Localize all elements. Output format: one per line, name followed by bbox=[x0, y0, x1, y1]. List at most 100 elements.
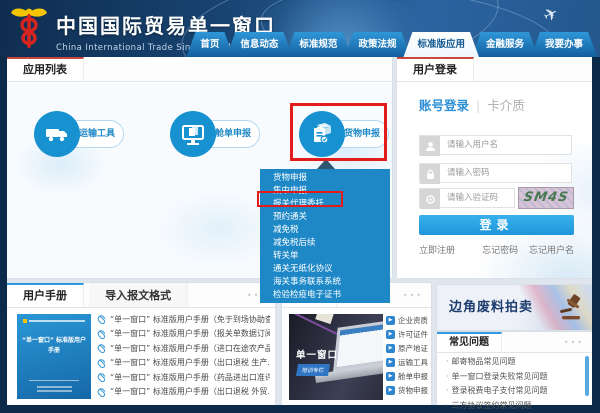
manual-links: “单一窗口” 标准版用户手册（免于到场协助查... “单一窗口” 标准版用户手册… bbox=[97, 312, 270, 399]
scrap-auction-banner[interactable]: 边角废料拍卖 bbox=[437, 285, 592, 330]
manual-link[interactable]: “单一窗口” 标准版用户手册（进口在途农产品... bbox=[97, 341, 270, 356]
caduceus-logo-icon bbox=[8, 6, 50, 52]
more-button[interactable]: ••• bbox=[403, 283, 423, 308]
faq-link[interactable]: ·登录税费电子支付常见问题 bbox=[446, 385, 580, 400]
nav-tab-policies[interactable]: 政策法规 bbox=[344, 32, 410, 57]
dropdown-item-tax-followup[interactable]: 减免税后续 bbox=[260, 237, 390, 250]
dropdown-item-appointment[interactable]: 预约通关 bbox=[260, 211, 390, 224]
training-link[interactable]: ▶运输工具 bbox=[386, 355, 429, 369]
nav-tab-standards[interactable]: 标准规范 bbox=[285, 32, 351, 57]
dropdown-item-paperless[interactable]: 通关无纸化协议 bbox=[260, 263, 390, 276]
register-link[interactable]: 立即注册 bbox=[419, 243, 455, 256]
training-links: ▶企业资质 ▶许可证件 ▶原产地证 ▶运输工具 ▶舱单申报 ▶货物申报 bbox=[386, 313, 429, 397]
app-transport-label: 运输工具 bbox=[79, 121, 115, 147]
training-image[interactable]: 单一窗口 培训专栏 bbox=[289, 314, 383, 400]
username-row bbox=[419, 135, 572, 155]
training-link[interactable]: ▶舱单申报 bbox=[386, 369, 429, 383]
training-image-badge: 培训专栏 bbox=[296, 364, 330, 376]
user-icon bbox=[420, 136, 440, 156]
cargo-dropdown-menu: 货物申报 集中申报 报关代理委托 预约通关 减免税 减免税后续 转关单 通关无纸… bbox=[260, 169, 390, 303]
more-button[interactable]: ••• bbox=[564, 332, 584, 353]
nav-tab-finance[interactable]: 金融服务 bbox=[472, 32, 538, 57]
manual-panel: 用户手册 导入报文格式 ••• “单一窗口” 标准版用户手册 “单一窗口” 标准… bbox=[7, 283, 275, 405]
cover-decor bbox=[23, 319, 85, 323]
dropdown-item-customs-contact[interactable]: 海关事务联系系统 bbox=[260, 276, 390, 289]
gavel-icon bbox=[556, 292, 586, 326]
nav-tab-news[interactable]: 信息动态 bbox=[226, 32, 292, 57]
page: ✈ 中国国际贸易单一窗口 China International Trade S… bbox=[0, 0, 600, 413]
password-input[interactable] bbox=[440, 164, 571, 182]
play-icon: ▶ bbox=[386, 330, 395, 339]
training-link[interactable]: ▶许可证件 bbox=[386, 327, 429, 341]
login-links: 立即注册 忘记密码 忘记用户名 bbox=[419, 243, 574, 256]
manual-link[interactable]: “单一窗口” 标准版用户手册（免于到场协助查... bbox=[97, 312, 270, 327]
bullet: · bbox=[446, 401, 449, 410]
faq-list: ·邮寄物品常见问题 ·单一窗口登录失败常见问题 ·登录税费电子支付常见问题 ·三… bbox=[446, 356, 580, 413]
app-list-body: 运输工具 舱单申报 bbox=[7, 83, 392, 278]
captcha-input[interactable] bbox=[440, 189, 514, 207]
captcha-image[interactable]: SM4S bbox=[518, 187, 574, 209]
forgot-password-link[interactable]: 忘记密码 bbox=[482, 246, 518, 256]
tab-app-list[interactable]: 应用列表 bbox=[7, 57, 84, 81]
faq-scrollbar[interactable] bbox=[585, 356, 589, 396]
dropdown-item-tax-reduction[interactable]: 减免税 bbox=[260, 224, 390, 237]
login-panel: 用户登录 账号登录 | 卡介质 bbox=[397, 57, 592, 278]
play-icon: ▶ bbox=[386, 344, 395, 353]
airplane-icon: ✈ bbox=[540, 3, 562, 27]
play-icon: ▶ bbox=[386, 358, 395, 367]
nav-tab-services[interactable]: 我要办事 bbox=[531, 32, 597, 57]
bullet: · bbox=[446, 386, 449, 395]
content-area: 应用列表 运输工具 bbox=[7, 57, 592, 405]
manual-link[interactable]: “单一窗口” 标准版用户手册（药品进出口准许... bbox=[97, 370, 270, 385]
captcha-row bbox=[419, 188, 515, 208]
site-header: ✈ 中国国际贸易单一窗口 China International Trade S… bbox=[0, 0, 600, 57]
bullet: · bbox=[446, 357, 449, 366]
tab-user-login[interactable]: 用户登录 bbox=[397, 57, 474, 81]
login-button[interactable]: 登录 bbox=[419, 215, 574, 235]
training-image-title: 单一窗口 bbox=[296, 347, 338, 361]
manual-link[interactable]: “单一窗口” 标准版用户手册（出口退税 生产... bbox=[97, 356, 270, 371]
username-input[interactable] bbox=[440, 136, 571, 154]
faq-link[interactable]: ·单一窗口登录失败常见问题 bbox=[446, 371, 580, 386]
training-link[interactable]: ▶货物申报 bbox=[386, 383, 429, 397]
dropdown-item-transit[interactable]: 转关单 bbox=[260, 250, 390, 263]
truck-icon[interactable] bbox=[34, 111, 80, 157]
dropdown-item-cargo-declare[interactable]: 货物申报 bbox=[260, 172, 390, 185]
dropdown-item-quarantine-cert[interactable]: 检验检疫电子证书 bbox=[260, 289, 390, 302]
nav-tab-home[interactable]: 首页 bbox=[186, 32, 233, 57]
cover-title: “单一窗口” 标准版用户手册 bbox=[22, 336, 86, 355]
training-link[interactable]: ▶企业资质 bbox=[386, 313, 429, 327]
faq-link[interactable]: ·邮寄物品常见问题 bbox=[446, 356, 580, 371]
app-manifest-label: 舱单申报 bbox=[215, 121, 251, 147]
play-icon: ▶ bbox=[386, 386, 395, 395]
play-icon: ▶ bbox=[386, 372, 395, 381]
tab-user-manual[interactable]: 用户手册 bbox=[7, 283, 84, 307]
manual-book-cover[interactable]: “单一窗口” 标准版用户手册 bbox=[17, 314, 91, 399]
training-link[interactable]: ▶原产地证 bbox=[386, 341, 429, 355]
dropdown-item-centralized[interactable]: 集中申报 bbox=[260, 185, 390, 198]
captcha-icon bbox=[420, 189, 440, 209]
faq-header: 常见问题 ••• bbox=[437, 332, 592, 353]
login-header: 用户登录 bbox=[397, 57, 592, 82]
manual-link[interactable]: “单一窗口” 标准版用户手册（出口退税 外贸... bbox=[97, 385, 270, 400]
tab-card-login[interactable]: 卡介质 bbox=[487, 98, 525, 113]
tab-separator: | bbox=[476, 98, 480, 113]
tab-account-login[interactable]: 账号登录 bbox=[419, 98, 469, 113]
cover-decor bbox=[29, 380, 79, 392]
tab-import-format[interactable]: 导入报文格式 bbox=[89, 283, 188, 307]
play-icon: ▶ bbox=[386, 316, 395, 325]
forgot-username-link[interactable]: 忘记用户名 bbox=[529, 246, 574, 256]
dropdown-item-broker-delegate[interactable]: 报关代理委托 bbox=[260, 198, 390, 211]
nav-tab-standard-apps[interactable]: 标准版应用 bbox=[403, 32, 479, 57]
manual-link[interactable]: “单一窗口” 标准版用户手册（报关单数据订阅... bbox=[97, 327, 270, 342]
app-cargo-label: 货物申报 bbox=[344, 121, 380, 147]
main-nav: 首页 信息动态 标准规范 政策法规 标准版应用 金融服务 我要办事 bbox=[193, 32, 597, 57]
app-list-panel: 应用列表 运输工具 bbox=[7, 57, 392, 278]
faq-link[interactable]: ·三方协议签约常见问题 bbox=[446, 400, 580, 413]
app-list-header: 应用列表 bbox=[7, 57, 392, 82]
tab-faq[interactable]: 常见问题 bbox=[437, 332, 502, 352]
manifest-icon[interactable] bbox=[170, 111, 216, 157]
cargo-icon[interactable] bbox=[299, 111, 345, 157]
manual-header: 用户手册 导入报文格式 ••• bbox=[7, 283, 275, 308]
lock-icon bbox=[420, 164, 440, 184]
